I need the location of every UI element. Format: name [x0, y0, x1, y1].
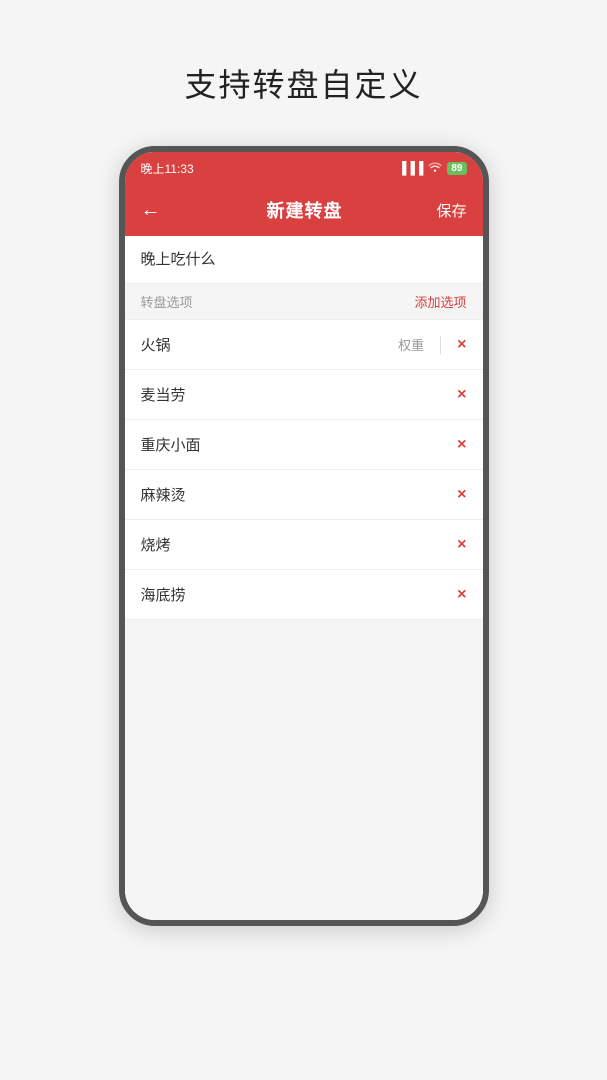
- status-time: 晚上11:33: [141, 160, 194, 177]
- options-list: 火锅权重 × 麦当劳 × 重庆小面 × 麻辣烫 × 烧烤 × 海底捞 ×: [125, 320, 483, 620]
- weight-divider: [440, 336, 441, 354]
- option-weight-label: 权重: [398, 335, 424, 354]
- delete-option-button[interactable]: ×: [457, 387, 466, 403]
- list-item: 麦当劳 ×: [125, 370, 483, 420]
- app-bar: ← 新建转盘 保存: [125, 184, 483, 236]
- option-name: 烧烤: [141, 534, 450, 555]
- content-area: 转盘选项 添加选项 火锅权重 × 麦当劳 × 重庆小面 × 麻辣烫 × 烧烤 × 海底捞 ×: [125, 236, 483, 920]
- section-label: 转盘选项: [141, 292, 193, 311]
- list-item: 麻辣烫 ×: [125, 470, 483, 520]
- phone-frame: 晚上11:33 ▐▐▐ 89 ← 新建转盘 保存 转盘选项 添加选项: [119, 146, 489, 926]
- add-option-button[interactable]: 添加选项: [414, 292, 466, 311]
- list-item: 火锅权重 ×: [125, 320, 483, 370]
- delete-option-button[interactable]: ×: [457, 537, 466, 553]
- status-bar: 晚上11:33 ▐▐▐ 89: [125, 152, 483, 184]
- signal-icon: ▐▐▐: [398, 161, 424, 175]
- option-name: 火锅: [141, 334, 391, 355]
- option-name: 麻辣烫: [141, 484, 450, 505]
- list-item: 重庆小面 ×: [125, 420, 483, 470]
- status-icons: ▐▐▐ 89: [398, 161, 467, 175]
- battery-icon: 89: [447, 162, 466, 175]
- list-item: 海底捞 ×: [125, 570, 483, 620]
- delete-option-button[interactable]: ×: [457, 587, 466, 603]
- list-item: 烧烤 ×: [125, 520, 483, 570]
- option-name: 海底捞: [141, 584, 450, 605]
- save-button[interactable]: 保存: [436, 200, 466, 221]
- back-button[interactable]: ←: [141, 199, 173, 222]
- bottom-area: [125, 620, 483, 920]
- section-header: 转盘选项 添加选项: [125, 284, 483, 320]
- wifi-icon: [428, 161, 442, 175]
- option-name: 重庆小面: [141, 434, 450, 455]
- page-title: 支持转盘自定义: [184, 60, 422, 106]
- wheel-name-input[interactable]: [141, 250, 467, 267]
- option-name: 麦当劳: [141, 384, 450, 405]
- delete-option-button[interactable]: ×: [457, 337, 466, 353]
- delete-option-button[interactable]: ×: [457, 437, 466, 453]
- delete-option-button[interactable]: ×: [457, 487, 466, 503]
- name-row: [125, 236, 483, 284]
- app-bar-title: 新建转盘: [266, 197, 342, 223]
